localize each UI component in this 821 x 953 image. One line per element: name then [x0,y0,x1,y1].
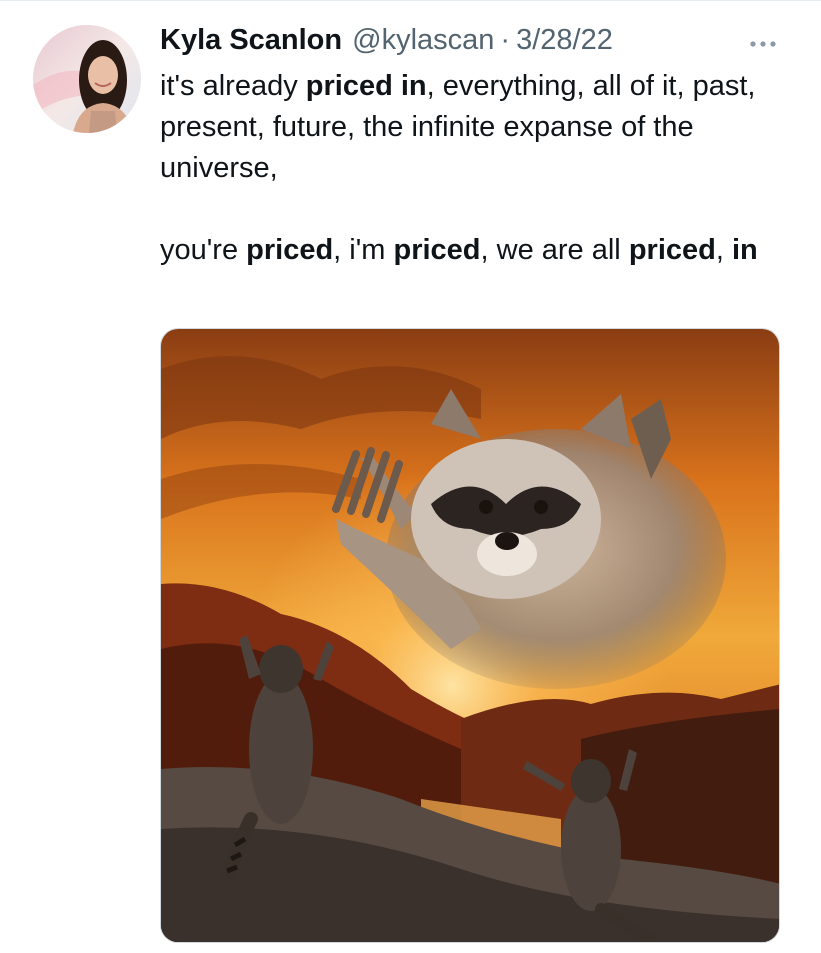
raccoon-sunset-image [161,329,779,942]
tweet-text-bold-segment: in [731,234,758,266]
tweet-text-segment: it's already [160,70,306,102]
avatar-image [33,25,141,133]
tweet-text-bold-segment: priced [393,234,481,266]
tweet-text-segment: , we are all [480,234,629,266]
tweet-header: Kyla Scanlon @kylascan · 3/28/22 [160,22,613,58]
tweet-media[interactable] [160,328,780,943]
more-horizontal-icon [750,41,776,47]
avatar[interactable] [33,25,141,133]
tweet-text-bold-segment: priced [246,234,334,266]
tweet-date[interactable]: 3/28/22 [516,24,613,57]
top-divider [0,0,821,1]
separator-dot: · [500,23,511,56]
tweet-text-segment: , i'm [333,234,394,266]
tweet-text-segment: , [715,234,732,266]
tweet-text: it's already priced in, everything, all … [160,66,780,271]
tweet-text-bold-segment: priced in [305,70,427,102]
tweet-text-bold-segment: priced [628,234,716,266]
author-handle[interactable]: @kylascan [352,24,494,57]
author-name[interactable]: Kyla Scanlon [160,24,342,57]
more-options-button[interactable] [748,36,778,47]
